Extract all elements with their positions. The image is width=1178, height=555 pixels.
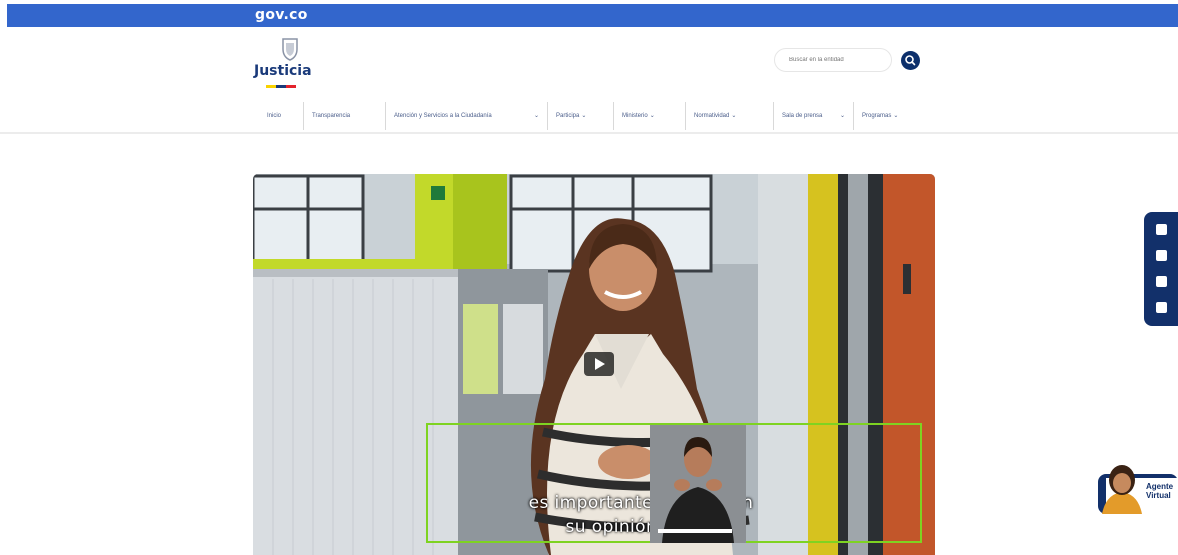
nav-item-label: Normatividad bbox=[694, 113, 730, 119]
gov-co-logo[interactable]: gov.co bbox=[255, 7, 308, 23]
nav-item-sala-de-prensa[interactable]: Sala de prensa ⌄ bbox=[774, 102, 854, 130]
chevron-down-icon: ⌄ bbox=[533, 113, 539, 119]
nav-item-label: Programas bbox=[862, 113, 892, 119]
nav-item-atencion[interactable]: Atención y Servicios a la Ciudadanía ⌄ bbox=[386, 102, 548, 130]
header-divider bbox=[0, 132, 1178, 134]
search-input[interactable] bbox=[774, 48, 892, 72]
contrast-icon[interactable] bbox=[1156, 224, 1167, 235]
coat-of-arms-icon bbox=[282, 38, 298, 61]
virtual-agent-label-line: Agente bbox=[1146, 482, 1174, 491]
sign-language-icon[interactable] bbox=[1156, 302, 1167, 313]
chevron-down-icon: ⌄ bbox=[839, 113, 845, 119]
nav-item-label: Transparencia bbox=[312, 113, 351, 119]
search-button[interactable] bbox=[901, 51, 920, 70]
subtitle-line: es importante contar con bbox=[528, 493, 754, 513]
nav-item-label: Participa bbox=[556, 113, 580, 119]
nav-item-label: Inicio bbox=[267, 113, 282, 119]
chevron-down-icon: ⌄ bbox=[581, 113, 587, 119]
play-icon[interactable] bbox=[584, 352, 614, 376]
search-bar bbox=[774, 48, 920, 74]
nav-item-ministerio[interactable]: Ministerio ⌄ bbox=[614, 102, 686, 130]
nav-item-label: Ministerio bbox=[622, 113, 648, 119]
nav-item-label: Sala de prensa bbox=[782, 113, 823, 119]
gov-co-bar: gov.co bbox=[7, 4, 1178, 27]
main-nav: Inicio Transparencia Atención y Servicio… bbox=[259, 100, 926, 132]
nav-item-label: Atención y Servicios a la Ciudadanía bbox=[394, 113, 492, 119]
accessibility-toolbar bbox=[1144, 212, 1178, 326]
increase-text-icon[interactable] bbox=[1156, 276, 1167, 287]
chevron-down-icon: ⌄ bbox=[649, 113, 655, 119]
chevron-down-icon: ⌄ bbox=[731, 113, 737, 119]
brand-stripe bbox=[266, 85, 296, 88]
video-player[interactable]: es importante contar con su opinión con … bbox=[253, 174, 935, 555]
nav-item-programas[interactable]: Programas ⌄ bbox=[854, 102, 926, 130]
nav-item-normatividad[interactable]: Normatividad ⌄ bbox=[686, 102, 774, 130]
brand-name: Justicia bbox=[254, 63, 312, 79]
search-icon bbox=[905, 55, 916, 66]
subtitle-line: su opinión con el bbox=[565, 517, 717, 537]
justicia-logo[interactable]: Justicia bbox=[254, 37, 324, 91]
chevron-down-icon: ⌄ bbox=[893, 113, 899, 119]
nav-item-inicio[interactable]: Inicio bbox=[259, 102, 304, 130]
nav-item-participa[interactable]: Participa ⌄ bbox=[548, 102, 614, 130]
decrease-text-icon[interactable] bbox=[1156, 250, 1167, 261]
virtual-agent-label[interactable]: Agente Virtual bbox=[1146, 482, 1173, 500]
nav-item-transparencia[interactable]: Transparencia bbox=[304, 102, 386, 130]
virtual-agent-label-line: Virtual bbox=[1146, 491, 1171, 500]
sign-language-interpreter bbox=[650, 425, 746, 543]
